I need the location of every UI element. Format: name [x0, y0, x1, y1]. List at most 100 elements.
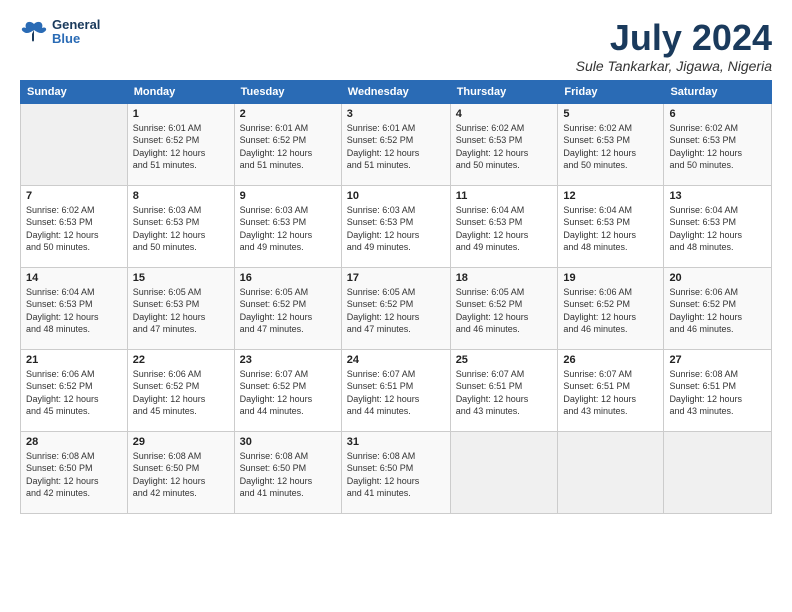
calendar-cell [450, 431, 558, 513]
day-detail: Sunrise: 6:08 AM Sunset: 6:50 PM Dayligh… [347, 450, 445, 500]
day-detail: Sunrise: 6:04 AM Sunset: 6:53 PM Dayligh… [456, 204, 553, 254]
calendar-cell: 4 Sunrise: 6:02 AM Sunset: 6:53 PM Daylig… [450, 103, 558, 185]
logo-text: General Blue [52, 18, 100, 47]
day-number: 30 [240, 436, 336, 448]
day-detail: Sunrise: 6:08 AM Sunset: 6:51 PM Dayligh… [669, 368, 766, 418]
day-header-sunday: Sunday [21, 80, 128, 103]
calendar-title: July 2024 [576, 18, 772, 58]
calendar-cell: 13Sunrise: 6:04 AM Sunset: 6:53 PM Dayli… [664, 185, 772, 267]
day-number: 5 [563, 108, 658, 120]
calendar-cell: 28 Sunrise: 6:08 AM Sunset: 6:50 PM Dayli… [21, 431, 128, 513]
day-detail: Sunrise: 6:03 AM Sunset: 6:53 PM Dayligh… [240, 204, 336, 254]
day-detail: Sunrise: 6:07 AM Sunset: 6:51 PM Dayligh… [563, 368, 658, 418]
day-number: 10 [347, 190, 445, 202]
calendar-cell: 23 Sunrise: 6:07 AM Sunset: 6:52 PM Dayli… [234, 349, 341, 431]
day-number: 14 [26, 272, 122, 284]
day-detail: Sunrise: 6:04 AM Sunset: 6:53 PM Dayligh… [563, 204, 658, 254]
day-detail: Sunrise: 6:08 AM Sunset: 6:50 PM Dayligh… [133, 450, 229, 500]
calendar-cell [21, 103, 128, 185]
day-number: 24 [347, 354, 445, 366]
day-number: 18 [456, 272, 553, 284]
calendar-header-row: SundayMondayTuesdayWednesdayThursdayFrid… [21, 80, 772, 103]
day-detail: Sunrise: 6:05 AM Sunset: 6:53 PM Dayligh… [133, 286, 229, 336]
day-detail: Sunrise: 6:04 AM Sunset: 6:53 PM Dayligh… [669, 204, 766, 254]
calendar-cell: 16 Sunrise: 6:05 AM Sunset: 6:52 PM Dayli… [234, 267, 341, 349]
day-number: 26 [563, 354, 658, 366]
day-number: 16 [240, 272, 336, 284]
calendar-table: SundayMondayTuesdayWednesdayThursdayFrid… [20, 80, 772, 514]
day-number: 19 [563, 272, 658, 284]
day-number: 21 [26, 354, 122, 366]
day-number: 17 [347, 272, 445, 284]
calendar-cell: 6Sunrise: 6:02 AM Sunset: 6:53 PM Daylig… [664, 103, 772, 185]
day-number: 27 [669, 354, 766, 366]
day-detail: Sunrise: 6:02 AM Sunset: 6:53 PM Dayligh… [563, 122, 658, 172]
day-detail: Sunrise: 6:05 AM Sunset: 6:52 PM Dayligh… [347, 286, 445, 336]
day-detail: Sunrise: 6:03 AM Sunset: 6:53 PM Dayligh… [133, 204, 229, 254]
calendar-week-row: 28 Sunrise: 6:08 AM Sunset: 6:50 PM Dayli… [21, 431, 772, 513]
calendar-cell: 21Sunrise: 6:06 AM Sunset: 6:52 PM Dayli… [21, 349, 128, 431]
calendar-cell: 1 Sunrise: 6:01 AM Sunset: 6:52 PM Daylig… [127, 103, 234, 185]
day-number: 28 [26, 436, 122, 448]
calendar-cell: 20 Sunrise: 6:06 AM Sunset: 6:52 PM Dayli… [664, 267, 772, 349]
day-detail: Sunrise: 6:07 AM Sunset: 6:52 PM Dayligh… [240, 368, 336, 418]
calendar-cell: 15 Sunrise: 6:05 AM Sunset: 6:53 PM Dayli… [127, 267, 234, 349]
header: General Blue July 2024 Sule Tankarkar, J… [20, 18, 772, 74]
calendar-cell: 17 Sunrise: 6:05 AM Sunset: 6:52 PM Dayli… [341, 267, 450, 349]
calendar-cell: 11Sunrise: 6:04 AM Sunset: 6:53 PM Dayli… [450, 185, 558, 267]
day-detail: Sunrise: 6:02 AM Sunset: 6:53 PM Dayligh… [456, 122, 553, 172]
day-number: 29 [133, 436, 229, 448]
day-detail: Sunrise: 6:06 AM Sunset: 6:52 PM Dayligh… [133, 368, 229, 418]
day-detail: Sunrise: 6:04 AM Sunset: 6:53 PM Dayligh… [26, 286, 122, 336]
calendar-cell: 31 Sunrise: 6:08 AM Sunset: 6:50 PM Dayli… [341, 431, 450, 513]
calendar-cell: 27 Sunrise: 6:08 AM Sunset: 6:51 PM Dayli… [664, 349, 772, 431]
day-number: 9 [240, 190, 336, 202]
day-number: 20 [669, 272, 766, 284]
day-number: 6 [669, 108, 766, 120]
day-number: 2 [240, 108, 336, 120]
day-detail: Sunrise: 6:08 AM Sunset: 6:50 PM Dayligh… [26, 450, 122, 500]
day-header-tuesday: Tuesday [234, 80, 341, 103]
day-detail: Sunrise: 6:06 AM Sunset: 6:52 PM Dayligh… [669, 286, 766, 336]
calendar-subtitle: Sule Tankarkar, Jigawa, Nigeria [576, 58, 772, 74]
day-detail: Sunrise: 6:07 AM Sunset: 6:51 PM Dayligh… [456, 368, 553, 418]
day-detail: Sunrise: 6:03 AM Sunset: 6:53 PM Dayligh… [347, 204, 445, 254]
day-detail: Sunrise: 6:07 AM Sunset: 6:51 PM Dayligh… [347, 368, 445, 418]
day-header-wednesday: Wednesday [341, 80, 450, 103]
calendar-cell: 29 Sunrise: 6:08 AM Sunset: 6:50 PM Dayli… [127, 431, 234, 513]
calendar-week-row: 1 Sunrise: 6:01 AM Sunset: 6:52 PM Daylig… [21, 103, 772, 185]
day-detail: Sunrise: 6:08 AM Sunset: 6:50 PM Dayligh… [240, 450, 336, 500]
calendar-cell: 2Sunrise: 6:01 AM Sunset: 6:52 PM Daylig… [234, 103, 341, 185]
day-header-monday: Monday [127, 80, 234, 103]
page: General Blue July 2024 Sule Tankarkar, J… [0, 0, 792, 526]
calendar-cell: 14 Sunrise: 6:04 AM Sunset: 6:53 PM Dayli… [21, 267, 128, 349]
calendar-cell: 3Sunrise: 6:01 AM Sunset: 6:52 PM Daylig… [341, 103, 450, 185]
day-detail: Sunrise: 6:05 AM Sunset: 6:52 PM Dayligh… [456, 286, 553, 336]
day-number: 23 [240, 354, 336, 366]
day-detail: Sunrise: 6:06 AM Sunset: 6:52 PM Dayligh… [563, 286, 658, 336]
day-number: 4 [456, 108, 553, 120]
calendar-cell: 5 Sunrise: 6:02 AM Sunset: 6:53 PM Daylig… [558, 103, 664, 185]
calendar-cell [664, 431, 772, 513]
calendar-cell: 12 Sunrise: 6:04 AM Sunset: 6:53 PM Dayli… [558, 185, 664, 267]
calendar-cell: 22Sunrise: 6:06 AM Sunset: 6:52 PM Dayli… [127, 349, 234, 431]
calendar-cell [558, 431, 664, 513]
day-number: 31 [347, 436, 445, 448]
calendar-week-row: 7Sunrise: 6:02 AM Sunset: 6:53 PM Daylig… [21, 185, 772, 267]
calendar-week-row: 14 Sunrise: 6:04 AM Sunset: 6:53 PM Dayli… [21, 267, 772, 349]
calendar-cell: 7Sunrise: 6:02 AM Sunset: 6:53 PM Daylig… [21, 185, 128, 267]
day-detail: Sunrise: 6:01 AM Sunset: 6:52 PM Dayligh… [133, 122, 229, 172]
calendar-cell: 24 Sunrise: 6:07 AM Sunset: 6:51 PM Dayli… [341, 349, 450, 431]
day-detail: Sunrise: 6:05 AM Sunset: 6:52 PM Dayligh… [240, 286, 336, 336]
day-number: 12 [563, 190, 658, 202]
calendar-cell: 9 Sunrise: 6:03 AM Sunset: 6:53 PM Daylig… [234, 185, 341, 267]
calendar-cell: 10 Sunrise: 6:03 AM Sunset: 6:53 PM Dayli… [341, 185, 450, 267]
day-number: 1 [133, 108, 229, 120]
day-detail: Sunrise: 6:02 AM Sunset: 6:53 PM Dayligh… [26, 204, 122, 254]
day-number: 15 [133, 272, 229, 284]
day-header-thursday: Thursday [450, 80, 558, 103]
logo-icon [20, 20, 48, 44]
calendar-cell: 30 Sunrise: 6:08 AM Sunset: 6:50 PM Dayli… [234, 431, 341, 513]
calendar-cell: 26 Sunrise: 6:07 AM Sunset: 6:51 PM Dayli… [558, 349, 664, 431]
day-header-saturday: Saturday [664, 80, 772, 103]
